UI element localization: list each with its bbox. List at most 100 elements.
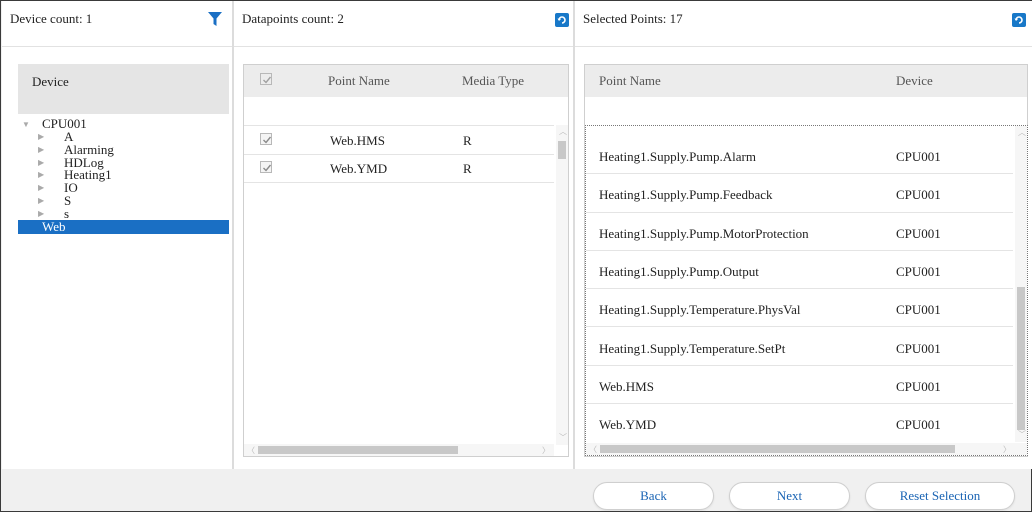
table-row[interactable]: Heating1.Supply.Pump.Alarm CPU001: [586, 136, 1013, 175]
point-name-cell: Heating1.Supply.Pump.Feedback: [599, 187, 773, 203]
device-header-divider: [2, 46, 232, 47]
col-point-name[interactable]: Point Name: [599, 73, 661, 89]
next-button[interactable]: Next: [729, 482, 850, 510]
col-point-name[interactable]: Point Name: [328, 73, 390, 89]
table-row[interactable]: Heating1.Supply.Pump.Feedback CPU001: [586, 174, 1013, 213]
datapoints-grid: Point Name Media Type Web.HMS R Web.YMD …: [243, 64, 569, 457]
scroll-up-arrow-icon[interactable]: ︿: [559, 126, 567, 137]
col-device[interactable]: Device: [896, 73, 933, 89]
tree-collapsed-arrow-icon[interactable]: ▶: [38, 194, 44, 207]
refresh-icon: [557, 16, 566, 24]
selected-panel: Selected Points: 17 Point Name Device He…: [575, 1, 1032, 469]
device-cell: CPU001: [896, 225, 941, 241]
row-divider: [244, 182, 554, 183]
tree-collapsed-arrow-icon[interactable]: ▶: [38, 181, 44, 194]
selected-grid-header: Point Name Device: [585, 65, 1027, 97]
point-name-cell: Web.YMD: [599, 417, 657, 433]
row-checkbox[interactable]: [260, 133, 272, 145]
point-name-cell: Heating1.Supply.Temperature.SetPt: [599, 340, 786, 356]
device-count: Device count: 1: [10, 11, 93, 26]
selected-vertical-scrollbar[interactable]: ︿ ﹀: [1015, 126, 1027, 442]
tree-node-io[interactable]: ▶ IO: [18, 181, 229, 194]
checkbox-check-icon: [263, 76, 272, 84]
table-row[interactable]: Heating1.Supply.Temperature.PhysVal CPU00…: [586, 289, 1013, 328]
point-name-cell: Heating1.Supply.Temperature.PhysVal: [599, 302, 801, 318]
scroll-right-arrow-icon[interactable]: 〉: [1003, 444, 1011, 455]
row-checkbox[interactable]: [260, 161, 272, 173]
checkbox-check-icon: [263, 136, 272, 144]
tree-node-heating1[interactable]: ▶ Heating1: [18, 168, 229, 181]
refresh-icon: [1014, 16, 1023, 24]
table-row[interactable]: Web.YMD CPU001: [586, 404, 1013, 442]
datapoints-panel: Datapoints count: 2 Point Name Media Typ…: [234, 1, 573, 469]
device-cell: CPU001: [896, 378, 941, 394]
datapoints-header-divider: [234, 46, 573, 47]
media-type-cell: R: [463, 161, 472, 176]
refresh-selected-button[interactable]: [1012, 13, 1026, 27]
point-name-cell: Web.YMD: [330, 161, 388, 176]
media-type-cell: R: [463, 133, 472, 148]
back-button[interactable]: Back: [593, 482, 714, 510]
col-media-type[interactable]: Media Type: [462, 73, 524, 89]
selected-horizontal-scrollbar[interactable]: 〈 〉: [586, 443, 1027, 455]
device-header-label: Device: [32, 74, 69, 89]
scroll-thumb[interactable]: [558, 141, 566, 159]
tree-node-label: Alarming: [64, 141, 114, 157]
point-name-cell: Heating1.Supply.Pump.Output: [599, 263, 759, 279]
datapoints-vertical-scrollbar[interactable]: ︿ ﹀: [556, 125, 568, 445]
table-row[interactable]: Web.HMS CPU001: [586, 366, 1013, 405]
tree-collapsed-arrow-icon[interactable]: ▶: [38, 168, 44, 181]
filter-icon[interactable]: [208, 12, 222, 26]
app-window: Device count: 1 Device ▼ CPU001 ▶ A ▶ Al…: [0, 0, 1032, 512]
scroll-up-arrow-icon[interactable]: ︿: [1018, 127, 1026, 138]
table-row[interactable]: Web.HMS R: [244, 126, 554, 154]
tree-collapsed-arrow-icon[interactable]: ▶: [38, 130, 44, 143]
scroll-right-arrow-icon[interactable]: 〉: [542, 445, 550, 456]
device-cell: CPU001: [896, 263, 941, 279]
datapoints-count: Datapoints count: 2: [242, 11, 344, 26]
select-all-checkbox[interactable]: [260, 73, 272, 85]
device-cell: CPU001: [896, 417, 941, 433]
point-name-cell: Heating1.Supply.Pump.Alarm: [599, 149, 756, 164]
scroll-left-arrow-icon[interactable]: 〈: [247, 445, 255, 456]
table-row[interactable]: Heating1.Supply.Temperature.SetPt CPU001: [586, 328, 1013, 366]
point-name-cell: Web.HMS: [330, 133, 385, 148]
device-panel: Device count: 1 Device ▼ CPU001 ▶ A ▶ Al…: [2, 1, 232, 469]
tree-node-cpu001[interactable]: ▼ CPU001: [18, 117, 229, 130]
table-row[interactable]: Heating1.Supply.Pump.Output CPU001: [586, 251, 1013, 290]
checkbox-check-icon: [263, 164, 272, 172]
tree-collapsed-arrow-icon[interactable]: ▶: [38, 143, 44, 156]
device-cell: CPU001: [896, 187, 941, 203]
datapoints-horizontal-scrollbar[interactable]: 〈 〉: [244, 444, 554, 456]
tree-node-alarming[interactable]: ▶ Alarming: [18, 143, 229, 156]
tree-collapsed-arrow-icon[interactable]: ▶: [38, 207, 44, 220]
tree-node-label: s: [64, 205, 70, 221]
point-name-cell: Heating1.Supply.Pump.MotorProtection: [599, 225, 809, 241]
device-cell: CPU001: [896, 149, 941, 164]
selected-header-divider: [575, 46, 1032, 47]
tree-node-hdlog[interactable]: ▶ HDLog: [18, 156, 229, 169]
device-cell: CPU001: [896, 302, 941, 318]
scroll-down-arrow-icon[interactable]: ﹀: [1018, 429, 1026, 440]
tree-node-s-upper[interactable]: ▶ S: [18, 194, 229, 207]
tree-node-label: Web: [42, 218, 66, 234]
scroll-thumb[interactable]: [258, 446, 458, 454]
refresh-datapoints-button[interactable]: [555, 13, 569, 27]
scroll-thumb[interactable]: [1017, 287, 1025, 430]
device-cell: CPU001: [896, 340, 941, 356]
reset-selection-button[interactable]: Reset Selection: [865, 482, 1015, 510]
scroll-thumb[interactable]: [600, 445, 955, 453]
selected-count: Selected Points: 17: [583, 11, 683, 26]
scroll-down-arrow-icon[interactable]: ﹀: [559, 432, 567, 443]
tree-node-web[interactable]: Web: [18, 218, 229, 234]
tree-collapsed-arrow-icon[interactable]: ▶: [38, 156, 44, 169]
table-row[interactable]: Web.YMD R: [244, 155, 554, 183]
datapoints-grid-header: Point Name Media Type: [244, 65, 568, 97]
selected-rows-viewport: Heating1.Supply.Pump.Alarm CPU001 Heating1…: [585, 125, 1028, 456]
table-row[interactable]: Heating1.Supply.Pump.MotorProtection CPU0…: [586, 213, 1013, 251]
tree-node-s-lower[interactable]: ▶ s: [18, 207, 229, 220]
tree-node-a[interactable]: ▶ A: [18, 130, 229, 143]
scroll-left-arrow-icon[interactable]: 〈: [589, 444, 597, 455]
device-tree: ▼ CPU001 ▶ A ▶ Alarming ▶ HDLog ▶ Heatin…: [18, 117, 229, 234]
device-column-header: Device: [18, 64, 229, 114]
